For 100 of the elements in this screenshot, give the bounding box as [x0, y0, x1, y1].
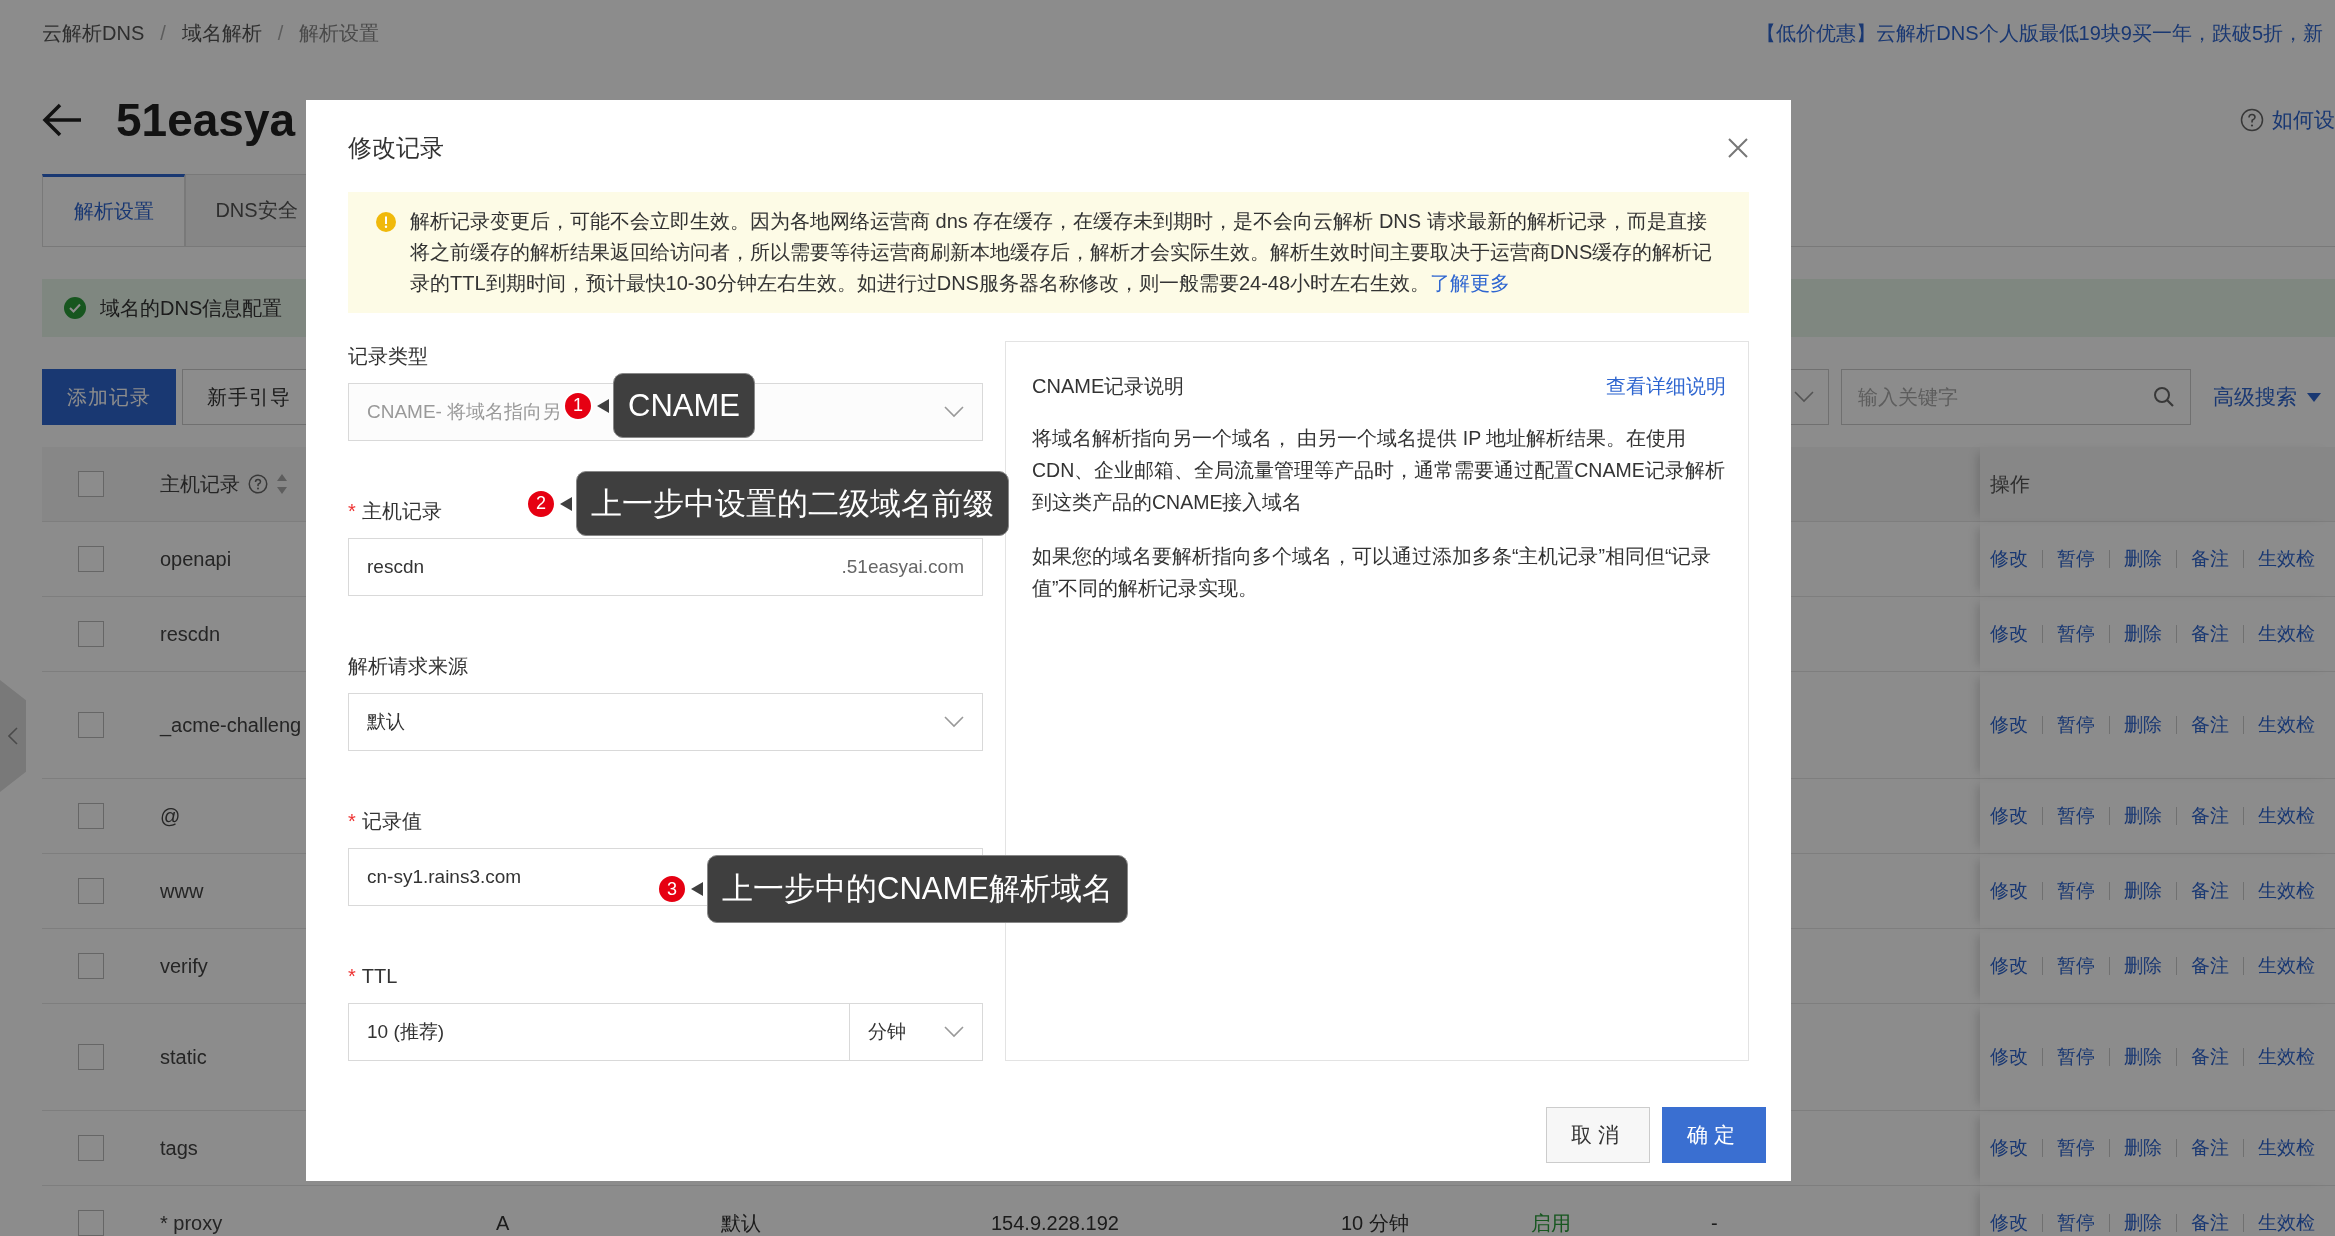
table-cell-text: 10 分钟 — [1341, 1210, 1409, 1236]
table-cell: rescdn — [160, 622, 221, 646]
action-link[interactable]: 暂停 — [2057, 1135, 2095, 1161]
field-label: * 主机记录 — [348, 499, 442, 524]
action-link[interactable]: 生效检 — [2258, 803, 2315, 829]
action-link[interactable]: 修改 — [1990, 878, 2028, 904]
action-link[interactable]: 备注 — [2191, 878, 2229, 904]
action-link[interactable]: 备注 — [2191, 1210, 2229, 1236]
action-link[interactable]: 备注 — [2191, 1135, 2229, 1161]
column-header: 操作 — [1990, 471, 2030, 497]
callout: CNAME — [613, 373, 755, 438]
input-field[interactable]: 10 (推荐) — [348, 1003, 850, 1061]
checkbox[interactable] — [78, 546, 104, 572]
learn-more-link[interactable]: 了解更多 — [1430, 272, 1511, 294]
action-link[interactable]: 修改 — [1990, 621, 2028, 647]
checkbox[interactable] — [78, 471, 104, 497]
table-cell: openapi — [160, 547, 232, 571]
action-link[interactable]: 备注 — [2191, 621, 2229, 647]
action-link[interactable]: 修改 — [1990, 803, 2028, 829]
action-link[interactable]: 删除 — [2124, 953, 2162, 979]
sort-icon[interactable] — [276, 473, 288, 495]
toolbar-button[interactable]: 添加记录 — [42, 369, 176, 425]
action-link[interactable]: 修改 — [1990, 1044, 2028, 1070]
action-link[interactable]: 暂停 — [2057, 953, 2095, 979]
action-link[interactable]: 生效检 — [2258, 1044, 2315, 1070]
action-link[interactable]: 备注 — [2191, 1044, 2229, 1070]
pointer-icon — [597, 397, 609, 414]
action-link[interactable]: 删除 — [2124, 1135, 2162, 1161]
back-arrow-icon[interactable] — [42, 103, 82, 137]
close-icon[interactable] — [1727, 137, 1749, 159]
action-link[interactable]: 生效检 — [2258, 953, 2315, 979]
action-link[interactable]: 暂停 — [2057, 803, 2095, 829]
table-cell: static — [160, 1045, 207, 1069]
dialog-button[interactable]: 确定 — [1662, 1107, 1766, 1163]
chevron-icon — [944, 1026, 964, 1038]
dropdown[interactable]: 默认 — [348, 693, 983, 751]
action-link[interactable]: 备注 — [2191, 712, 2229, 738]
action-link[interactable]: 删除 — [2124, 546, 2162, 572]
chevron-icon — [944, 716, 964, 728]
action-link[interactable]: 生效检 — [2258, 1210, 2315, 1236]
action-link[interactable]: 修改 — [1990, 953, 2028, 979]
action-link[interactable]: 修改 — [1990, 546, 2028, 572]
checkbox[interactable] — [78, 1210, 104, 1236]
callout: 上一步中的CNAME解析域名 — [707, 855, 1128, 923]
action-link[interactable]: 删除 — [2124, 803, 2162, 829]
breadcrumb-link[interactable]: 解析设置 — [299, 19, 380, 47]
column-header[interactable]: 主机记录 — [160, 470, 240, 498]
input-field[interactable]: rescdn .51easyai.com — [348, 538, 983, 596]
action-link[interactable]: 删除 — [2124, 712, 2162, 738]
chevron-left-icon — [8, 727, 18, 745]
action-link[interactable]: 暂停 — [2057, 1210, 2095, 1236]
checkbox[interactable] — [78, 1135, 104, 1161]
help-icon[interactable] — [2240, 108, 2264, 132]
action-link[interactable]: 修改 — [1990, 1135, 2028, 1161]
action-link[interactable]: 暂停 — [2057, 878, 2095, 904]
checkbox[interactable] — [78, 953, 104, 979]
step-badge: 2 — [526, 488, 556, 519]
action-link[interactable]: 生效检 — [2258, 546, 2315, 572]
field-label: * TTL — [348, 964, 398, 989]
action-link[interactable]: 暂停 — [2057, 1044, 2095, 1070]
action-link[interactable]: 删除 — [2124, 621, 2162, 647]
details-link[interactable]: 查看详细说明 — [1606, 372, 1726, 400]
breadcrumb-link[interactable]: 域名解析 — [181, 19, 262, 47]
chevron-icon — [1794, 391, 1814, 403]
dialog-button[interactable]: 取消 — [1546, 1107, 1650, 1163]
checkbox[interactable] — [78, 712, 104, 738]
field-label: 记录类型 — [348, 344, 428, 369]
action-link[interactable]: 备注 — [2191, 803, 2229, 829]
promo-link[interactable]: 【低价优惠】云解析DNS个人版最低19块9买一年，跌破5折，新 — [1756, 19, 2323, 47]
help-link[interactable]: 如何设 — [2272, 106, 2335, 134]
help-icon[interactable] — [248, 474, 268, 494]
action-link[interactable]: 修改 — [1990, 1210, 2028, 1236]
tab[interactable]: 解析设置 — [42, 174, 185, 246]
breadcrumb-link[interactable]: 云解析DNS — [42, 19, 145, 47]
table-cell: @ — [160, 804, 181, 828]
action-link[interactable]: 删除 — [2124, 878, 2162, 904]
callout: 上一步中设置的二级域名前缀 — [576, 471, 1009, 536]
checkbox[interactable] — [78, 1044, 104, 1070]
advanced-search-link[interactable]: 高级搜索 — [2213, 383, 2321, 411]
action-link[interactable]: 修改 — [1990, 712, 2028, 738]
table-cell: tags — [160, 1136, 198, 1160]
table-cell: * proxy — [160, 1211, 223, 1235]
check-circle-icon — [64, 297, 86, 319]
checkbox[interactable] — [78, 878, 104, 904]
action-link[interactable]: 生效检 — [2258, 1135, 2315, 1161]
action-link[interactable]: 备注 — [2191, 953, 2229, 979]
checkbox[interactable] — [78, 803, 104, 829]
action-link[interactable]: 暂停 — [2057, 712, 2095, 738]
action-link[interactable]: 生效检 — [2258, 878, 2315, 904]
action-link[interactable]: 生效检 — [2258, 712, 2315, 738]
unit-dropdown[interactable]: 分钟 — [850, 1003, 983, 1061]
table-cell: 154.9.228.192 — [991, 1211, 1119, 1235]
action-link[interactable]: 暂停 — [2057, 621, 2095, 647]
checkbox[interactable] — [78, 621, 104, 647]
action-link[interactable]: 备注 — [2191, 546, 2229, 572]
action-link[interactable]: 删除 — [2124, 1044, 2162, 1070]
action-link[interactable]: 删除 — [2124, 1210, 2162, 1236]
status-text: 启用 — [1531, 1210, 1571, 1236]
action-link[interactable]: 暂停 — [2057, 546, 2095, 572]
action-link[interactable]: 生效检 — [2258, 621, 2315, 647]
